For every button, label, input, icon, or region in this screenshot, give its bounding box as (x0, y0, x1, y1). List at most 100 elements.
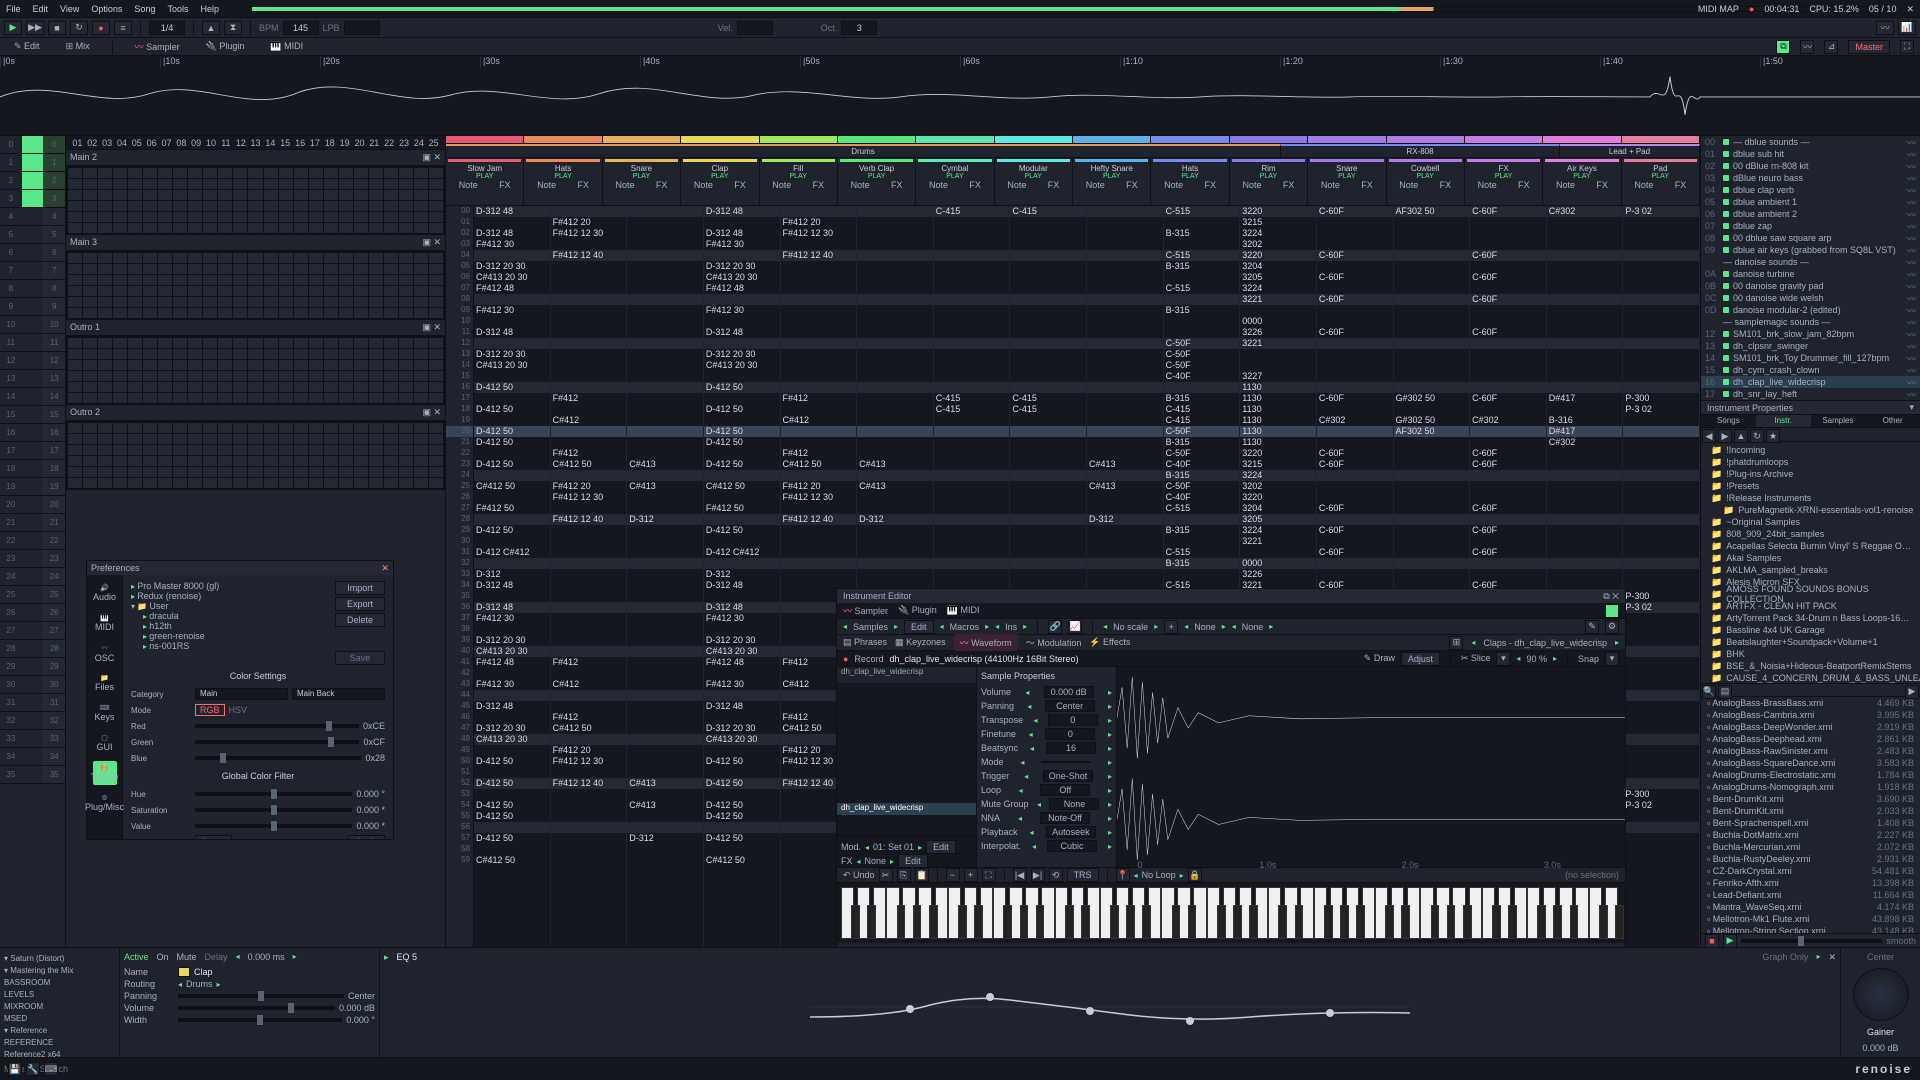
matrix-cell[interactable] (248, 423, 262, 433)
matrix-cell[interactable] (354, 190, 368, 200)
matrix-cell[interactable] (429, 308, 443, 318)
matrix-cell[interactable] (248, 190, 262, 200)
matrix-cell[interactable] (339, 467, 353, 477)
piano-key[interactable] (1537, 905, 1546, 939)
matrix-cell[interactable] (158, 393, 172, 403)
matrix-cell[interactable] (98, 168, 112, 178)
matrix-cell[interactable] (83, 223, 97, 233)
matrix-cell[interactable] (369, 253, 383, 263)
matrix-cell[interactable] (83, 423, 97, 433)
matrix-cell[interactable] (83, 297, 97, 307)
matrix-cell[interactable] (68, 264, 82, 274)
matrix-cell[interactable] (173, 286, 187, 296)
matrix-cell[interactable] (294, 423, 308, 433)
matrix-cell[interactable] (173, 338, 187, 348)
matrix-cell[interactable] (429, 275, 443, 285)
matrix-cell[interactable] (143, 286, 157, 296)
matrix-cell[interactable] (98, 434, 112, 444)
matrix-cell[interactable] (354, 478, 368, 488)
prefs-tab-audio[interactable]: 🔊Audio (93, 581, 117, 605)
matrix-cell[interactable] (264, 371, 278, 381)
matrix-cell[interactable] (173, 371, 187, 381)
mode-modulation[interactable]: 〜 Modulation (1026, 636, 1082, 649)
file-item[interactable]: ▫ AnalogBass-Deephead.xrni2.861 KB (1701, 733, 1920, 745)
matrix-cell[interactable] (173, 168, 187, 178)
matrix-cell[interactable] (279, 223, 293, 233)
matrix-cell[interactable] (188, 434, 202, 444)
matrix-cell[interactable] (429, 253, 443, 263)
matrix-cell[interactable] (158, 223, 172, 233)
instrument-item[interactable]: 13dh_clpsnr_swinger〰 (1701, 340, 1920, 352)
matrix-cell[interactable] (309, 423, 323, 433)
matrix-cell[interactable] (98, 212, 112, 222)
paste-icon[interactable]: 📋 (915, 868, 929, 882)
matrix-cell[interactable] (173, 223, 187, 233)
mode-rgb[interactable]: RGB (195, 704, 225, 716)
matrix-cell[interactable] (98, 423, 112, 433)
dsp-browser[interactable]: ▾ Saturn (Distort)▾ Mastering the Mix BA… (0, 948, 120, 1057)
tab-samples[interactable]: Samples (1811, 415, 1866, 427)
draw-tool[interactable]: ✎ Draw (1364, 653, 1395, 664)
track-header[interactable]: HatsPLAYNoteFX (1151, 158, 1229, 205)
matrix-cell[interactable] (369, 264, 383, 274)
matrix-cell[interactable] (128, 456, 142, 466)
matrix-cell[interactable] (113, 371, 127, 381)
matrix-cell[interactable] (399, 371, 413, 381)
file-item[interactable]: ▫ Mellotron-String Section.xrni43.148 KB (1701, 925, 1920, 934)
matrix-cell[interactable] (83, 434, 97, 444)
song-progress[interactable] (251, 6, 1894, 12)
menu-song[interactable]: Song (134, 4, 155, 14)
piano-key[interactable] (851, 905, 860, 939)
graph-mode[interactable]: Graph Only (1762, 952, 1808, 963)
matrix-cell[interactable] (143, 275, 157, 285)
matrix-cell[interactable] (399, 168, 413, 178)
matrix-cell[interactable] (309, 168, 323, 178)
matrix-cell[interactable] (188, 456, 202, 466)
matrix-cell[interactable] (294, 212, 308, 222)
env-icon[interactable]: 📈 (1068, 620, 1082, 634)
matrix-cell[interactable] (294, 264, 308, 274)
matrix-cell[interactable] (83, 179, 97, 189)
matrix-cell[interactable] (429, 434, 443, 444)
matrix-cell[interactable] (113, 434, 127, 444)
spectrum-icon[interactable]: ⊿ (1824, 40, 1838, 54)
matrix-cell[interactable] (414, 168, 428, 178)
matrix-cell[interactable] (264, 382, 278, 392)
matrix-cell[interactable] (369, 456, 383, 466)
matrix-cell[interactable] (294, 467, 308, 477)
matrix-cell[interactable] (128, 212, 142, 222)
matrix-cell[interactable] (68, 190, 82, 200)
matrix-cell[interactable] (233, 382, 247, 392)
routing-value[interactable]: Drums (186, 979, 213, 989)
matrix-cell[interactable] (369, 190, 383, 200)
matrix-cell[interactable] (414, 253, 428, 263)
matrix-cell[interactable] (173, 275, 187, 285)
link-icon[interactable]: 🔗 (1048, 620, 1062, 634)
matrix-cell[interactable] (399, 467, 413, 477)
instrument-item[interactable]: 14SM101_brk_Toy Drummer_fill_127bpm〰 (1701, 352, 1920, 364)
matrix-cell[interactable] (143, 349, 157, 359)
matrix-cell[interactable] (83, 275, 97, 285)
quant-dropdown[interactable]: None (1242, 622, 1264, 632)
pencil-icon[interactable]: ✎ (1585, 620, 1599, 634)
matrix-cell[interactable] (369, 275, 383, 285)
matrix-cell[interactable] (279, 371, 293, 381)
stop-button[interactable]: ■ (48, 21, 66, 35)
matrix-cell[interactable] (188, 423, 202, 433)
instrument-item[interactable]: 0B00 danoise gravity pad〰 (1701, 280, 1920, 292)
matrix-cell[interactable] (158, 275, 172, 285)
matrix-cell[interactable] (369, 349, 383, 359)
matrix-cell[interactable] (429, 371, 443, 381)
fx-edit-button[interactable]: Edit (898, 854, 928, 868)
prehear-play-icon[interactable]: ▶ (1723, 934, 1737, 948)
instrument-item[interactable]: 09dblue air keys (grabbed from SQ8L VST)… (1701, 244, 1920, 256)
tab-sampler[interactable]: 〰 Sampler (127, 38, 188, 55)
matrix-cell[interactable] (264, 393, 278, 403)
mode-hsv[interactable]: HSV (229, 705, 248, 715)
matrix-cell[interactable] (399, 253, 413, 263)
matrix-cell[interactable] (143, 456, 157, 466)
matrix-cell[interactable] (399, 275, 413, 285)
matrix-cell[interactable] (173, 445, 187, 455)
matrix-cell[interactable] (203, 168, 217, 178)
piano-key[interactable] (1431, 905, 1440, 939)
